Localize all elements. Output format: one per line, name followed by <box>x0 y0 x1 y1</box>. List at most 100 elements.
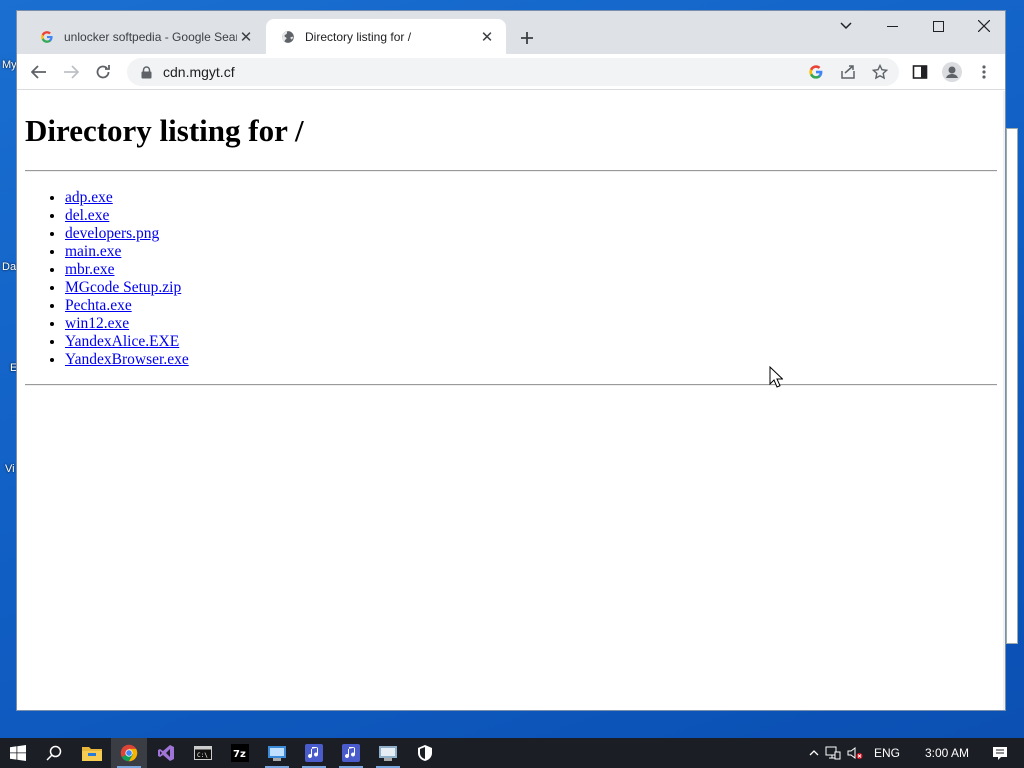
file-list: adp.exedel.exedevelopers.pngmain.exembr.… <box>65 189 189 369</box>
file-link[interactable]: adp.exe <box>65 189 113 206</box>
file-list-item: MGcode Setup.zip <box>65 279 189 297</box>
action-center-button[interactable] <box>986 746 1014 761</box>
bookmark-button[interactable] <box>866 58 894 86</box>
file-link[interactable]: win12.exe <box>65 315 129 332</box>
taskbar-music-app[interactable] <box>296 738 332 768</box>
share-button[interactable] <box>834 58 862 86</box>
page-content: Directory listing for / adp.exedel.exede… <box>17 91 1005 710</box>
profile-button[interactable] <box>938 58 966 86</box>
search-button[interactable] <box>36 738 72 768</box>
desktop-icon-label[interactable]: My <box>2 59 17 71</box>
globe-icon <box>280 29 296 45</box>
file-link[interactable]: MGcode Setup.zip <box>65 279 181 296</box>
taskbar-chrome[interactable] <box>111 738 147 768</box>
app-icon <box>379 746 397 761</box>
start-button[interactable] <box>0 738 36 768</box>
scrollbar[interactable] <box>1003 91 1005 710</box>
taskbar-visual-studio[interactable] <box>148 738 184 768</box>
browser-window: unlocker softpedia - Google Search ✕ Dir… <box>16 10 1006 711</box>
star-icon <box>872 64 888 80</box>
taskbar-command-prompt[interactable]: C:\ <box>185 738 221 768</box>
minimize-icon <box>886 25 898 27</box>
language-indicator[interactable]: ENG <box>874 746 904 760</box>
file-list-item: del.exe <box>65 207 189 225</box>
maximize-button[interactable] <box>915 11 961 41</box>
file-link[interactable]: YandexAlice.EXE <box>65 333 179 350</box>
file-link[interactable]: del.exe <box>65 207 109 224</box>
maximize-icon <box>932 20 944 32</box>
divider <box>25 384 997 386</box>
taskbar-music-app[interactable] <box>333 738 369 768</box>
taskbar-file-explorer[interactable] <box>74 738 110 768</box>
defender-icon <box>418 745 432 761</box>
side-panel-button[interactable] <box>906 58 934 86</box>
minimize-button[interactable] <box>869 11 915 41</box>
windows-logo-icon <box>10 745 26 761</box>
address-bar[interactable]: cdn.mgyt.cf <box>127 58 899 86</box>
back-button[interactable] <box>25 58 53 86</box>
close-window-button[interactable] <box>961 11 1005 41</box>
file-list-item: main.exe <box>65 243 189 261</box>
url-text[interactable]: cdn.mgyt.cf <box>163 64 235 80</box>
clock[interactable]: 3:00 AM <box>916 746 978 760</box>
music-app-icon <box>305 744 323 762</box>
kebab-menu-icon <box>982 65 986 79</box>
file-list-item: YandexBrowser.exe <box>65 351 189 369</box>
share-icon <box>841 65 855 79</box>
file-list-item: win12.exe <box>65 315 189 333</box>
taskbar-7zip[interactable]: 7z <box>222 738 258 768</box>
tab-directory-listing[interactable]: Directory listing for / ✕ <box>266 19 506 54</box>
google-g-icon <box>39 29 55 45</box>
close-tab-icon[interactable]: ✕ <box>478 28 496 46</box>
tab-title: unlocker softpedia - Google Search <box>64 29 237 44</box>
background-window[interactable] <box>1006 128 1018 644</box>
file-list-item: adp.exe <box>65 189 189 207</box>
tab-search-button[interactable] <box>823 11 869 41</box>
taskbar-app[interactable] <box>370 738 406 768</box>
app-icon <box>268 746 286 761</box>
back-arrow-icon <box>31 65 46 79</box>
tab-strip: unlocker softpedia - Google Search ✕ Dir… <box>17 11 1005 54</box>
tab-google-search[interactable]: unlocker softpedia - Google Search ✕ <box>25 19 265 54</box>
volume-button[interactable] <box>844 746 866 760</box>
desktop-icon-label[interactable]: Da <box>2 261 16 273</box>
google-lens-button[interactable] <box>802 58 830 86</box>
visual-studio-icon <box>158 745 174 761</box>
desktop-icon-label[interactable]: Vi <box>5 463 15 475</box>
new-tab-button[interactable] <box>514 25 540 51</box>
file-list-item: Pechta.exe <box>65 297 189 315</box>
svg-text:C:\: C:\ <box>197 752 208 759</box>
network-button[interactable] <box>822 746 844 760</box>
forward-button[interactable] <box>57 58 85 86</box>
tab-title: Directory listing for / <box>305 29 412 44</box>
svg-text:7z: 7z <box>233 749 246 760</box>
taskbar-app[interactable] <box>259 738 295 768</box>
search-icon <box>46 745 62 761</box>
chevron-up-icon <box>809 750 819 756</box>
7zip-icon: 7z <box>231 744 249 762</box>
chrome-icon <box>120 744 138 762</box>
music-app-icon <box>342 744 360 762</box>
mouse-cursor-icon <box>769 366 783 388</box>
file-list-item: YandexAlice.EXE <box>65 333 189 351</box>
taskbar-defender[interactable] <box>407 738 443 768</box>
lock-icon[interactable] <box>139 65 153 79</box>
file-explorer-icon <box>82 747 102 761</box>
browser-toolbar: cdn.mgyt.cf <box>17 54 1005 90</box>
file-link[interactable]: main.exe <box>65 243 121 260</box>
file-link[interactable]: developers.png <box>65 225 159 242</box>
file-list-item: developers.png <box>65 225 189 243</box>
file-link[interactable]: mbr.exe <box>65 261 115 278</box>
cmd-icon: C:\ <box>194 746 212 760</box>
system-tray: ENG 3:00 AM <box>806 738 1014 768</box>
close-tab-icon[interactable]: ✕ <box>237 28 255 46</box>
menu-button[interactable] <box>970 58 998 86</box>
file-link[interactable]: Pechta.exe <box>65 297 132 314</box>
reload-button[interactable] <box>89 58 117 86</box>
show-hidden-icons-button[interactable] <box>806 750 822 756</box>
close-icon <box>978 20 990 32</box>
reload-icon <box>96 65 110 79</box>
avatar-icon <box>942 62 962 82</box>
file-list-item: mbr.exe <box>65 261 189 279</box>
file-link[interactable]: YandexBrowser.exe <box>65 351 189 368</box>
